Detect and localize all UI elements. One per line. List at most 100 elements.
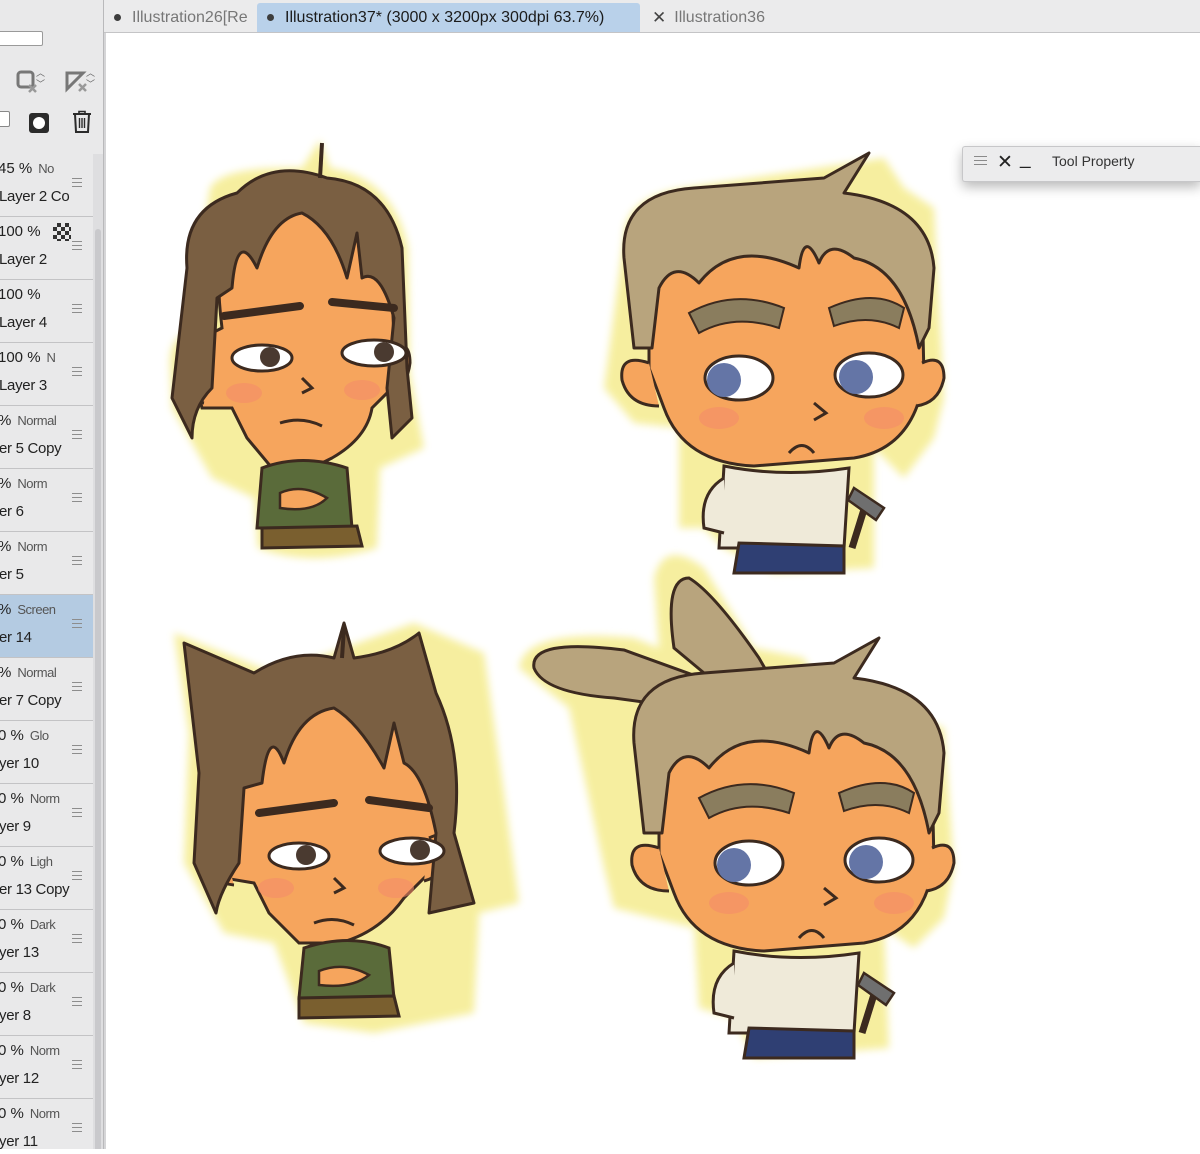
layer-row[interactable]: 0 % Glo yer 10 [0, 721, 93, 784]
layer-opacity: 0 % [0, 916, 24, 933]
layer-name: yer 12 [0, 1070, 39, 1087]
layer-blend-info: 0 % Ligh [0, 853, 53, 870]
layer-blend-info: 0 % Dark [0, 979, 56, 996]
layer-opacity: 0 % [0, 1042, 24, 1059]
layer-blend-mode: Glo [29, 728, 49, 743]
layer-blend-mode: Norm [17, 476, 48, 491]
layer-blend-mode: Norm [29, 1043, 60, 1058]
layer-blend-mode: N [46, 350, 56, 365]
layer-blend-info: 100 % N [0, 349, 56, 366]
layer-drag-handle-icon[interactable] [72, 619, 82, 629]
palette-title: Tool Property [1052, 153, 1135, 169]
layer-row[interactable]: 0 % Dark yer 8 [0, 973, 93, 1036]
layer-blend-info: 0 % Norm [0, 790, 60, 807]
layer-drag-handle-icon[interactable] [72, 997, 82, 1007]
layer-panel: ︿ ﹀ ︿ ﹀ 45 % No Layer 2 Co 100 % Layer 2 100 … [0, 0, 104, 1149]
layer-opacity: 45 % [0, 160, 33, 177]
layer-blend-info: 0 % Norm [0, 1105, 60, 1122]
artwork [170, 140, 956, 1060]
layer-row[interactable]: 45 % No Layer 2 Co [0, 154, 93, 217]
tab-illustration36[interactable]: ✕ Illustration36 [642, 3, 792, 32]
close-tab-icon[interactable]: ✕ [652, 9, 666, 26]
layer-row[interactable]: % Normal er 7 Copy [0, 658, 93, 721]
layer-row[interactable]: 0 % Norm yer 9 [0, 784, 93, 847]
layer-drag-handle-icon[interactable] [72, 304, 82, 314]
layer-drag-handle-icon[interactable] [72, 934, 82, 944]
layer-blend-info: 0 % Dark [0, 916, 56, 933]
layer-row[interactable]: 100 % N Layer 3 [0, 343, 93, 406]
layer-panel-scrollbar[interactable] [93, 154, 103, 1149]
layer-drag-handle-icon[interactable] [72, 556, 82, 566]
layer-row[interactable]: 0 % Dark yer 13 [0, 910, 93, 973]
layer-row[interactable]: % Screen er 14 [0, 595, 93, 658]
unsaved-dot-icon [114, 14, 121, 21]
layer-opacity: 100 % [0, 349, 41, 366]
layer-search-field[interactable] [0, 31, 43, 46]
layer-name: er 5 Copy [0, 440, 62, 457]
layer-drag-handle-icon[interactable] [72, 1123, 82, 1133]
layer-blend-mode: Dark [29, 980, 56, 995]
layer-name: Layer 2 Co [0, 188, 70, 205]
layer-drag-handle-icon[interactable] [72, 682, 82, 692]
layer-row[interactable]: 0 % Norm yer 11 [0, 1099, 93, 1149]
layer-name: er 7 Copy [0, 692, 62, 709]
layer-blend-mode: Norm [29, 1106, 60, 1121]
layer-row[interactable]: % Norm er 5 [0, 532, 93, 595]
layer-drag-handle-icon[interactable] [72, 1060, 82, 1070]
layer-drag-handle-icon[interactable] [72, 367, 82, 377]
layer-drag-handle-icon[interactable] [72, 493, 82, 503]
tool-property-palette[interactable]: ✕ _ Tool Property [962, 146, 1200, 182]
drawing-canvas[interactable] [104, 33, 1200, 1149]
sticker-dark-hair-top [170, 140, 424, 558]
layer-drag-handle-icon[interactable] [72, 178, 82, 188]
layer-blend-mode: Screen [17, 602, 56, 617]
layer-blend-info: % Normal [0, 664, 57, 681]
layer-blend-info: 45 % No [0, 160, 54, 177]
layer-opacity: 0 % [0, 727, 24, 744]
layer-row[interactable]: 0 % Norm yer 12 [0, 1036, 93, 1099]
layer-drag-handle-icon[interactable] [72, 808, 82, 818]
minimize-icon[interactable]: _ [1020, 148, 1031, 170]
layer-drag-handle-icon[interactable] [72, 745, 82, 755]
layer-blend-info: % Norm [0, 538, 48, 555]
layer-row[interactable]: 100 % Layer 4 [0, 280, 93, 343]
layer-drag-handle-icon[interactable] [72, 241, 82, 251]
close-icon[interactable]: ✕ [997, 151, 1013, 174]
delete-layer-button[interactable] [70, 108, 94, 136]
layer-blend-mode: Normal [17, 665, 57, 680]
layer-name: Layer 3 [0, 377, 47, 394]
layer-opacity: % [0, 601, 11, 618]
layer-name: yer 13 [0, 944, 39, 961]
tab-label: Illustration37* (3000 x 3200px 300dpi 63… [285, 8, 605, 26]
layer-blend-info: 0 % Norm [0, 1042, 60, 1059]
sticker-dark-hair-cat-ears [174, 621, 519, 1033]
layer-name: Layer 2 [0, 251, 47, 268]
new-raster-layer-button[interactable]: ︿ ﹀ [8, 66, 48, 96]
scrollbar-thumb[interactable] [95, 229, 101, 1149]
layer-name: er 14 [0, 629, 32, 646]
layer-name: yer 8 [0, 1007, 31, 1024]
palette-menu-icon[interactable] [974, 156, 987, 168]
layer-blend-mode: Norm [29, 791, 60, 806]
layer-row[interactable]: % Norm er 6 [0, 469, 93, 532]
reference-layer-icon [52, 223, 71, 242]
new-vector-layer-button[interactable]: ︿ ﹀ [56, 66, 100, 96]
sticker-light-hair-top [604, 151, 946, 575]
sticker-light-hair-bunny-ears [519, 555, 956, 1060]
layer-opacity: % [0, 412, 11, 429]
layer-checkbox[interactable] [0, 111, 10, 127]
mask-layer-button[interactable] [26, 110, 52, 136]
layer-row[interactable]: 0 % Ligh er 13 Copy [0, 847, 93, 910]
layer-row[interactable]: 100 % Layer 2 [0, 217, 93, 280]
layer-opacity: 0 % [0, 979, 24, 996]
layer-blend-info: 0 % Glo [0, 727, 49, 744]
layer-drag-handle-icon[interactable] [72, 871, 82, 881]
layer-row[interactable]: % Normal er 5 Copy [0, 406, 93, 469]
layer-blend-info: % Screen [0, 601, 56, 618]
tab-illustration37[interactable]: Illustration37* (3000 x 3200px 300dpi 63… [257, 3, 640, 32]
layer-opacity: 0 % [0, 853, 24, 870]
layer-name: er 13 Copy [0, 881, 70, 898]
tab-illustration26[interactable]: Illustration26[Re [104, 3, 255, 32]
layer-drag-handle-icon[interactable] [72, 430, 82, 440]
unsaved-dot-icon [267, 14, 274, 21]
